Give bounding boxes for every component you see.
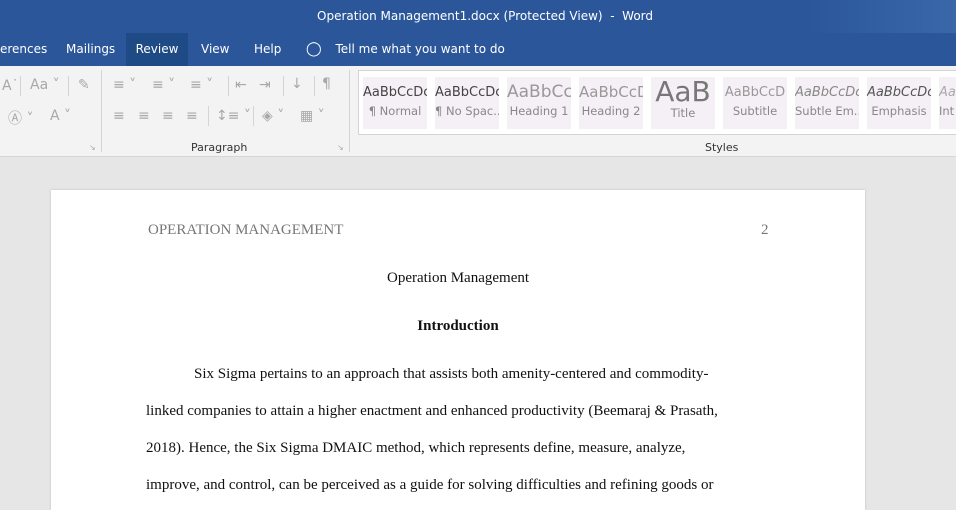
numbering-icon[interactable]: ≡ ˅ xyxy=(152,77,175,93)
styles-group-label: Styles xyxy=(705,141,739,154)
text-effects-icon[interactable]: Ⓐ ˅ xyxy=(8,108,33,128)
style-heading-2[interactable]: AaBbCcD Heading 2 xyxy=(579,77,643,129)
decrease-indent-icon[interactable]: ⇤ xyxy=(235,77,247,93)
style-intense[interactable]: Aa Int xyxy=(939,77,956,129)
font-color-icon[interactable]: A ˅ xyxy=(50,108,71,124)
paragraph-line: 2018). Hence, the Six Sigma DMAIC method… xyxy=(146,440,686,456)
align-center-icon[interactable]: ≡ xyxy=(138,108,150,124)
running-head: OPERATION MANAGEMENT xyxy=(148,222,344,238)
title-bar: Operation Management1.docx (Protected Vi… xyxy=(0,0,956,33)
tell-me-search[interactable]: ◯ Tell me what you want to do xyxy=(306,33,505,66)
style-subtitle[interactable]: AaBbCcD Subtitle xyxy=(723,77,787,129)
style-no-spacing[interactable]: AaBbCcDc ¶ No Spac... xyxy=(435,77,499,129)
paragraph-line: Six Sigma pertains to an approach that a… xyxy=(194,366,709,382)
style-title[interactable]: AaB Title xyxy=(651,77,715,129)
justify-icon[interactable]: ≡ xyxy=(186,108,198,124)
show-formatting-icon[interactable]: ¶ xyxy=(322,76,331,92)
font-dialog-launcher[interactable]: ↘ xyxy=(89,143,96,152)
document-title: Operation Management xyxy=(386,270,530,286)
title-bar-decoration xyxy=(806,0,956,33)
paragraph-group-label: Paragraph xyxy=(191,141,248,154)
window-title: Operation Management1.docx (Protected Vi… xyxy=(317,9,654,23)
styles-gallery: AaBbCcDc ¶ Normal AaBbCcDc ¶ No Spac... Aa… xyxy=(358,70,956,135)
tab-mailings[interactable]: Mailings xyxy=(54,33,127,66)
grow-font-icon[interactable]: A˙ xyxy=(2,78,19,94)
tell-me-text: Tell me what you want to do xyxy=(335,42,505,56)
introduction-heading: Introduction xyxy=(417,318,499,334)
shading-icon[interactable]: ◈ ˅ xyxy=(262,108,284,124)
clear-formatting-icon[interactable]: ✎ xyxy=(78,77,90,93)
style-subtle-emphasis[interactable]: AaBbCcDc Subtle Em... xyxy=(795,77,859,129)
tab-help[interactable]: Help xyxy=(242,33,293,66)
document-page[interactable]: OPERATION MANAGEMENT 2 Operation Managem… xyxy=(51,190,865,510)
page-number: 2 xyxy=(761,222,769,238)
tab-review[interactable]: Review xyxy=(126,33,188,66)
style-emphasis[interactable]: AaBbCcDc Emphasis xyxy=(867,77,931,129)
tab-view[interactable]: View xyxy=(189,33,241,66)
style-normal[interactable]: AaBbCcDc ¶ Normal xyxy=(363,77,427,129)
paragraph-dialog-launcher[interactable]: ↘ xyxy=(337,143,344,152)
align-right-icon[interactable]: ≡ xyxy=(162,108,174,124)
bullets-icon[interactable]: ≡ ˅ xyxy=(113,77,136,93)
paragraph-line: linked companies to attain a higher enac… xyxy=(146,403,718,419)
lightbulb-icon: ◯ xyxy=(306,41,322,57)
line-spacing-icon[interactable]: ↕≡ ˅ xyxy=(216,108,251,124)
align-left-icon[interactable]: ≡ xyxy=(113,108,125,124)
paragraph-line: improve, and control, can be perceived a… xyxy=(146,477,714,493)
multilevel-list-icon[interactable]: ≡ ˅ xyxy=(190,77,213,93)
increase-indent-icon[interactable]: ⇥ xyxy=(259,77,271,93)
style-heading-1[interactable]: AaBbCc Heading 1 xyxy=(507,77,571,129)
tab-references[interactable]: erences xyxy=(0,33,59,66)
sort-icon[interactable]: ↓ xyxy=(291,76,303,92)
ribbon-tabs: erences Mailings Review View Help ◯ Tell… xyxy=(0,33,956,66)
change-case-button[interactable]: Aa ˅ xyxy=(30,77,60,93)
borders-icon[interactable]: ▦ ˅ xyxy=(300,108,325,124)
ribbon: A˙ Aa ˅ ✎ Ⓐ ˅ A ˅ ↘ ≡ ˅ ≡ ˅ ≡ ˅ ⇤ ⇥ ↓ ¶ … xyxy=(0,66,956,157)
